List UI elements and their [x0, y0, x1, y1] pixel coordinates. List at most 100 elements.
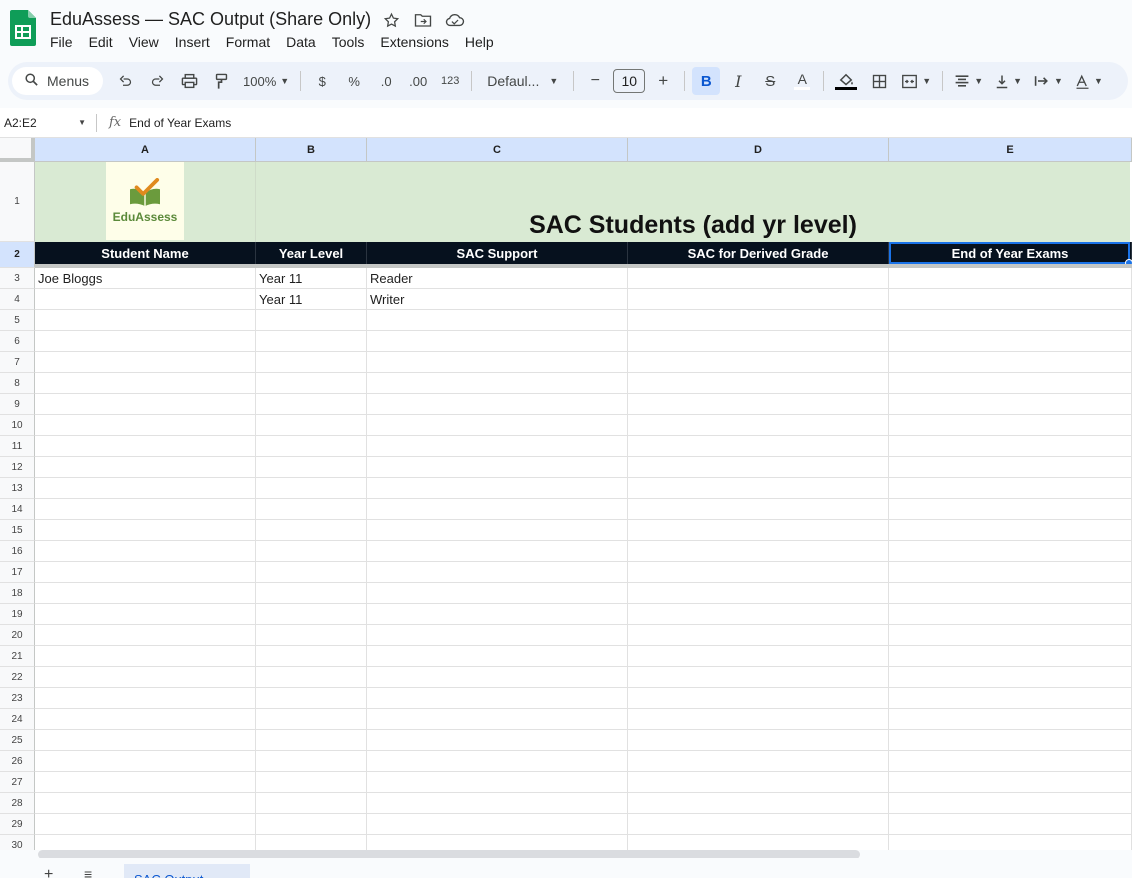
cell-e9[interactable]	[889, 394, 1132, 415]
cell-c13[interactable]	[367, 478, 628, 499]
cell-e11[interactable]	[889, 436, 1132, 457]
cell-b12[interactable]	[256, 457, 367, 478]
cell-a27[interactable]	[35, 772, 256, 793]
text-color-button[interactable]: A	[788, 67, 816, 95]
currency-format-button[interactable]: $	[308, 67, 336, 95]
menu-file[interactable]: File	[42, 33, 81, 51]
cell-c4[interactable]: Writer	[367, 289, 628, 310]
cell-b4[interactable]: Year 11	[256, 289, 367, 310]
vertical-align-button[interactable]: ▼	[991, 67, 1026, 95]
cell-a3[interactable]: Joe Bloggs	[35, 268, 256, 289]
star-icon[interactable]	[380, 9, 402, 31]
row-header-25[interactable]: 25	[0, 730, 35, 751]
menu-view[interactable]: View	[121, 33, 167, 51]
cell-b17[interactable]	[256, 562, 367, 583]
cell-c30[interactable]	[367, 835, 628, 850]
cell-e19[interactable]	[889, 604, 1132, 625]
row-header-10[interactable]: 10	[0, 415, 35, 436]
cell-b23[interactable]	[256, 688, 367, 709]
row-header-16[interactable]: 16	[0, 541, 35, 562]
row-header-28[interactable]: 28	[0, 793, 35, 814]
cell-a9[interactable]	[35, 394, 256, 415]
row-header-29[interactable]: 29	[0, 814, 35, 835]
row-header-2[interactable]: 2	[0, 242, 35, 268]
cell-c24[interactable]	[367, 709, 628, 730]
decrease-font-size-button[interactable]: −	[581, 67, 609, 95]
header-sac-support[interactable]: SAC Support	[367, 242, 628, 264]
row-header-12[interactable]: 12	[0, 457, 35, 478]
italic-button[interactable]: I	[724, 67, 752, 95]
cell-c26[interactable]	[367, 751, 628, 772]
cell-c28[interactable]	[367, 793, 628, 814]
row-header-11[interactable]: 11	[0, 436, 35, 457]
cell-a12[interactable]	[35, 457, 256, 478]
cell-a20[interactable]	[35, 625, 256, 646]
header-student-name[interactable]: Student Name	[35, 242, 256, 264]
row-header-27[interactable]: 27	[0, 772, 35, 793]
cell-d13[interactable]	[628, 478, 889, 499]
cell-e24[interactable]	[889, 709, 1132, 730]
row-header-4[interactable]: 4	[0, 289, 35, 310]
row-header-26[interactable]: 26	[0, 751, 35, 772]
cell-a4[interactable]	[35, 289, 256, 310]
row-header-9[interactable]: 9	[0, 394, 35, 415]
cell-a5[interactable]	[35, 310, 256, 331]
cell-a28[interactable]	[35, 793, 256, 814]
cell-d23[interactable]	[628, 688, 889, 709]
cell-d6[interactable]	[628, 331, 889, 352]
cell-e15[interactable]	[889, 520, 1132, 541]
row-header-23[interactable]: 23	[0, 688, 35, 709]
column-header-e[interactable]: E	[889, 138, 1132, 162]
column-header-d[interactable]: D	[628, 138, 889, 162]
header-sac-derived-grade[interactable]: SAC for Derived Grade	[628, 242, 889, 264]
text-rotation-button[interactable]: ▼	[1071, 67, 1107, 95]
row-header-17[interactable]: 17	[0, 562, 35, 583]
cell-e12[interactable]	[889, 457, 1132, 478]
cell-c5[interactable]	[367, 310, 628, 331]
row-header-1[interactable]: 1	[0, 162, 35, 242]
cell-b18[interactable]	[256, 583, 367, 604]
cell-d11[interactable]	[628, 436, 889, 457]
bold-button[interactable]: B	[692, 67, 721, 95]
text-wrapping-button[interactable]: ▼	[1030, 67, 1067, 95]
cell-e10[interactable]	[889, 415, 1132, 436]
cell-b30[interactable]	[256, 835, 367, 850]
cell-c25[interactable]	[367, 730, 628, 751]
cell-b28[interactable]	[256, 793, 367, 814]
cell-b6[interactable]	[256, 331, 367, 352]
cell-d4[interactable]	[628, 289, 889, 310]
cell-b7[interactable]	[256, 352, 367, 373]
cell-a19[interactable]	[35, 604, 256, 625]
cell-b20[interactable]	[256, 625, 367, 646]
cell-c29[interactable]	[367, 814, 628, 835]
strikethrough-button[interactable]: S	[756, 67, 784, 95]
cell-a26[interactable]	[35, 751, 256, 772]
fill-color-button[interactable]	[831, 67, 861, 95]
cell-d3[interactable]	[628, 268, 889, 289]
cell-c23[interactable]	[367, 688, 628, 709]
cell-e7[interactable]	[889, 352, 1132, 373]
merge-cells-button[interactable]: ▼	[897, 67, 935, 95]
paint-format-button[interactable]	[207, 67, 235, 95]
cell-d24[interactable]	[628, 709, 889, 730]
cell-b11[interactable]	[256, 436, 367, 457]
row-header-24[interactable]: 24	[0, 709, 35, 730]
cell-c21[interactable]	[367, 646, 628, 667]
cell-c11[interactable]	[367, 436, 628, 457]
cell-b25[interactable]	[256, 730, 367, 751]
cell-d16[interactable]	[628, 541, 889, 562]
row-header-30[interactable]: 30	[0, 835, 35, 850]
cell-d5[interactable]	[628, 310, 889, 331]
cell-b5[interactable]	[256, 310, 367, 331]
zoom-select[interactable]: 100% ▼	[239, 67, 293, 95]
undo-button[interactable]	[111, 67, 139, 95]
all-sheets-icon[interactable]: ≡	[84, 866, 92, 878]
column-header-b[interactable]: B	[256, 138, 367, 162]
cell-d7[interactable]	[628, 352, 889, 373]
cell-d8[interactable]	[628, 373, 889, 394]
cell-d19[interactable]	[628, 604, 889, 625]
cell-c14[interactable]	[367, 499, 628, 520]
cell-b14[interactable]	[256, 499, 367, 520]
row-header-5[interactable]: 5	[0, 310, 35, 331]
cell-d9[interactable]	[628, 394, 889, 415]
